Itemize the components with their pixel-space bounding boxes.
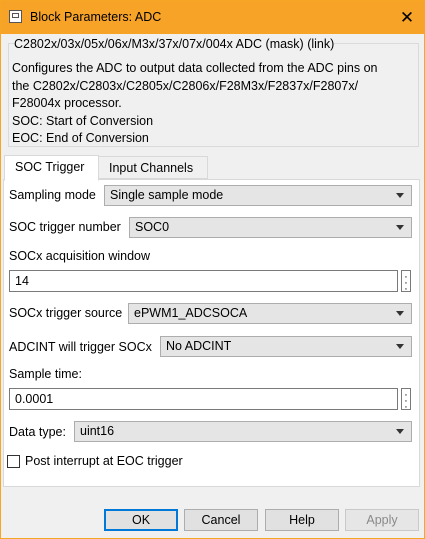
sampling-mode-value: Single sample mode: [110, 188, 224, 202]
adcint-trigger-select[interactable]: No ADCINT: [160, 336, 412, 357]
post-interrupt-label[interactable]: Post interrupt at EOC trigger: [25, 454, 183, 468]
cancel-button[interactable]: Cancel: [184, 509, 258, 531]
soc-trigger-number-label: SOC trigger number: [9, 220, 121, 234]
chevron-down-icon: [396, 429, 404, 434]
data-type-value: uint16: [80, 424, 115, 438]
chevron-down-icon: [396, 344, 404, 349]
adcint-trigger-value: No ADCINT: [166, 339, 232, 353]
sample-time-value: 0.0001: [15, 392, 54, 406]
soc-trigger-number-value: SOC0: [135, 220, 170, 234]
data-type-label: Data type:: [9, 425, 66, 439]
close-icon[interactable]: ✕: [390, 1, 424, 34]
window-title: Block Parameters: ADC: [30, 10, 162, 24]
ok-button[interactable]: OK: [104, 509, 178, 531]
group-title: C2802x/03x/05x/06x/M3x/37x/07x/004x ADC …: [14, 37, 335, 51]
trigger-source-value: ePWM1_ADCSOCA: [134, 306, 248, 320]
tab-soc-trigger[interactable]: SOC Trigger: [4, 155, 99, 181]
chevron-down-icon: [396, 225, 404, 230]
sample-time-options-icon[interactable]: · · ·: [401, 388, 411, 413]
acq-window-value: 14: [15, 274, 29, 288]
tab-input-channels[interactable]: Input Channels: [98, 156, 208, 179]
mask-description: Configures the ADC to output data collec…: [12, 61, 378, 145]
adcint-trigger-label: ADCINT will trigger SOCx: [9, 340, 152, 354]
trigger-source-select[interactable]: ePWM1_ADCSOCA: [128, 303, 412, 324]
chevron-down-icon: [396, 311, 404, 316]
sampling-mode-label: Sampling mode: [9, 188, 96, 202]
acq-window-options-icon[interactable]: · · ·: [401, 270, 411, 295]
title-bar[interactable]: Block Parameters: ADC ✕: [1, 1, 424, 34]
post-interrupt-checkbox[interactable]: [7, 455, 20, 468]
apply-button[interactable]: Apply: [345, 509, 419, 531]
chevron-down-icon: [396, 193, 404, 198]
help-button[interactable]: Help: [265, 509, 339, 531]
sampling-mode-select[interactable]: Single sample mode: [104, 185, 412, 206]
sample-time-field[interactable]: 0.0001: [9, 388, 398, 410]
acq-window-label: SOCx acquisition window: [9, 249, 151, 263]
acq-window-field[interactable]: 14: [9, 270, 398, 292]
data-type-select[interactable]: uint16: [74, 421, 412, 442]
trigger-source-label: SOCx trigger source: [9, 306, 123, 320]
window-icon: [9, 10, 22, 23]
soc-trigger-number-select[interactable]: SOC0: [129, 217, 412, 238]
sample-time-label: Sample time:: [9, 367, 82, 381]
